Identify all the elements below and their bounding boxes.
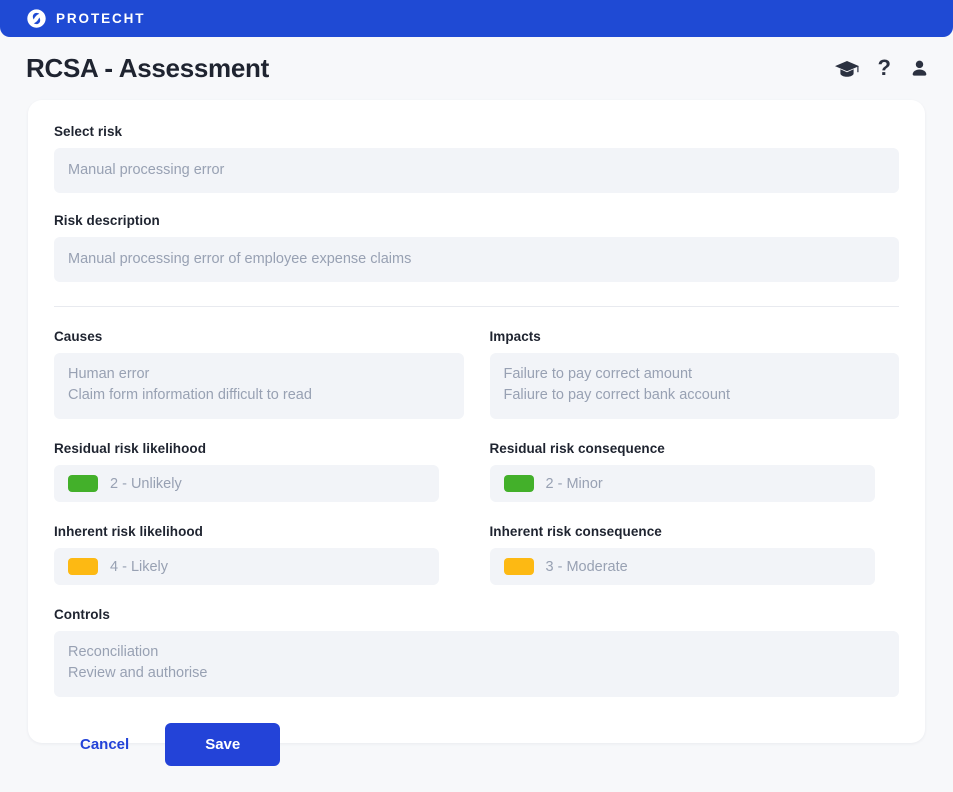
residual-likelihood-value[interactable]: 2 - Unlikely — [54, 465, 439, 502]
causes-item: Human error — [68, 366, 150, 382]
causes-label: Causes — [54, 329, 103, 344]
residual-consequence-text: 2 - Minor — [545, 475, 603, 492]
inherent-likelihood-value[interactable]: 4 - Likely — [54, 548, 439, 585]
residual-risk-row: Residual risk likelihood 2 - Unlikely Re… — [54, 441, 899, 502]
field-controls: Controls Reconciliation Review and autho… — [54, 607, 899, 697]
select-risk-label: Select risk — [54, 124, 123, 139]
controls-value[interactable]: Reconciliation Review and authorise — [54, 631, 899, 697]
form-actions: Cancel Save — [54, 723, 899, 792]
field-residual-consequence: Residual risk consequence 2 - Minor — [489, 441, 900, 502]
impacts-label: Impacts — [489, 329, 541, 344]
inherent-likelihood-text: 4 - Likely — [110, 558, 169, 575]
causes-item: Claim form information difficult to read — [68, 387, 312, 403]
page-header: RCSA - Assessment ? — [0, 37, 953, 100]
field-select-risk: Select risk Manual processing error — [54, 124, 899, 193]
field-residual-likelihood: Residual risk likelihood 2 - Unlikely — [54, 441, 464, 502]
residual-consequence-value[interactable]: 2 - Minor — [489, 465, 875, 502]
assessment-card: Select risk Manual processing error Risk… — [28, 100, 925, 766]
protecht-swoosh-logo-icon — [27, 9, 46, 28]
inherent-consequence-label: Inherent risk consequence — [489, 524, 662, 539]
causes-impacts-row: Causes Human error Claim form informatio… — [54, 329, 899, 419]
field-impacts: Impacts Failure to pay correct amount Fa… — [489, 329, 899, 419]
impacts-item: Failure to pay correct amount — [503, 366, 693, 382]
inherent-likelihood-label: Inherent risk likelihood — [54, 524, 203, 539]
field-risk-description: Risk description Manual processing error… — [54, 213, 899, 282]
inherent-consequence-value[interactable]: 3 - Moderate — [489, 548, 875, 585]
field-causes: Causes Human error Claim form informatio… — [54, 329, 464, 419]
risk-description-label: Risk description — [54, 213, 160, 228]
impacts-value[interactable]: Failure to pay correct amount Faliure to… — [489, 353, 899, 419]
controls-item: Review and authorise — [68, 665, 208, 681]
rating-color-swatch-icon — [503, 558, 534, 575]
rating-color-swatch-icon — [68, 475, 98, 492]
user-profile-icon[interactable] — [910, 59, 929, 78]
risk-description-value[interactable]: Manual processing error of employee expe… — [54, 237, 899, 282]
graduation-cap-icon[interactable] — [834, 60, 859, 78]
select-risk-value[interactable]: Manual processing error — [54, 148, 899, 193]
residual-consequence-label: Residual risk consequence — [489, 441, 665, 456]
brand-name: PROTECHT — [56, 11, 146, 26]
field-inherent-likelihood: Inherent risk likelihood 4 - Likely — [54, 524, 464, 585]
residual-likelihood-text: 2 - Unlikely — [110, 475, 182, 492]
page-title: RCSA - Assessment — [26, 53, 269, 83]
controls-label: Controls — [54, 607, 110, 622]
cancel-button[interactable]: Cancel — [54, 724, 155, 765]
impacts-item: Faliure to pay correct bank account — [503, 387, 730, 403]
inherent-consequence-text: 3 - Moderate — [545, 558, 628, 575]
causes-value[interactable]: Human error Claim form information diffi… — [54, 353, 464, 419]
section-divider — [54, 306, 899, 307]
controls-item: Reconciliation — [68, 644, 159, 660]
inherent-risk-row: Inherent risk likelihood 4 - Likely Inhe… — [54, 524, 899, 585]
rating-color-swatch-icon — [68, 558, 98, 575]
residual-likelihood-label: Residual risk likelihood — [54, 441, 206, 456]
header-icon-group: ? — [834, 56, 929, 80]
rating-color-swatch-icon — [503, 475, 534, 492]
question-mark-icon[interactable]: ? — [878, 56, 891, 79]
field-inherent-consequence: Inherent risk consequence 3 - Moderate — [489, 524, 900, 585]
brand-bar: PROTECHT — [0, 0, 953, 37]
